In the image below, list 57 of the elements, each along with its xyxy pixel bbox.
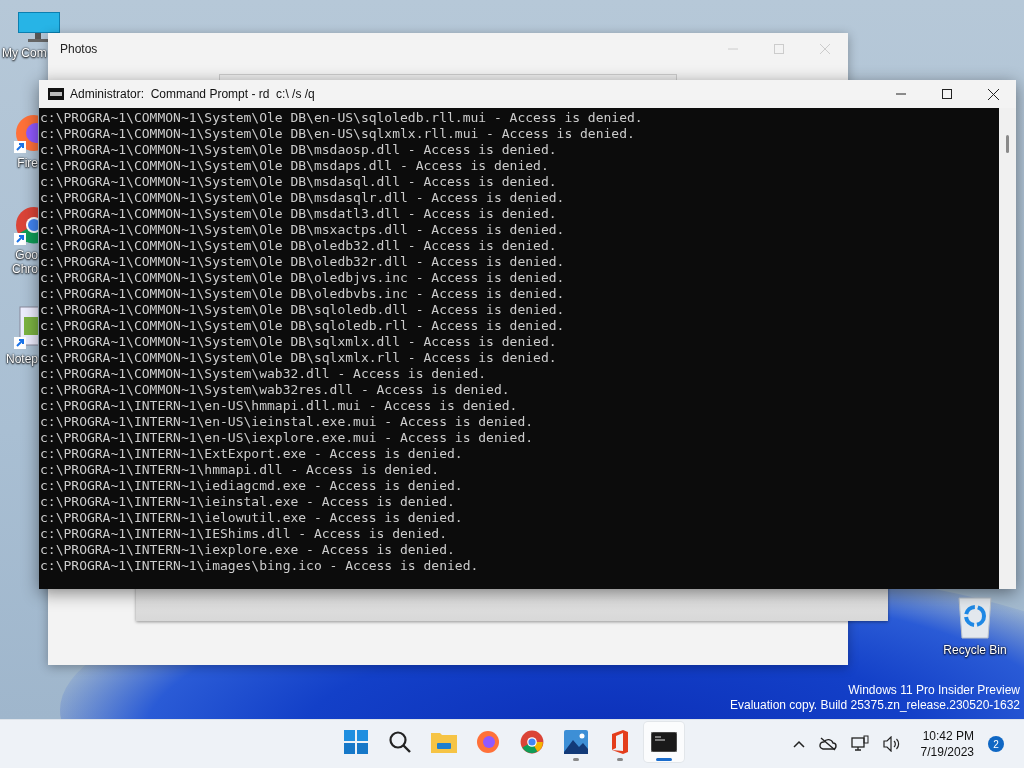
console-output-line: c:\PROGRA~1\INTERN~1\en-US\ieinstal.exe.mui - Access is denied. — [40, 414, 535, 430]
taskbar-app-button[interactable] — [644, 722, 684, 762]
network-icon[interactable] — [850, 735, 869, 753]
console-output-line: c:\PROGRA~1\COMMON~1\System\Ole DB\sqloledb.dll - Access is denied. — [40, 302, 566, 318]
console-output-line: c:\PROGRA~1\INTERN~1\hmmapi.dll - Access is denied. — [40, 462, 441, 478]
console-output-line: c:\PROGRA~1\INTERN~1\ieinstal.exe - Access is denied. — [40, 494, 456, 510]
console-output-line: c:\PROGRA~1\INTERN~1\en-US\hmmapi.dll.mui - Access is denied. — [40, 398, 519, 414]
notification-badge[interactable]: 2 — [988, 736, 1004, 752]
landscape-picture-icon — [564, 730, 588, 754]
console-output-line: c:\PROGRA~1\INTERN~1\ielowutil.exe - Access is denied. — [40, 510, 464, 526]
close-icon — [987, 88, 999, 100]
console-output-line: c:\PROGRA~1\COMMON~1\System\Ole DB\oledb32.dll - Access is denied. — [40, 238, 558, 254]
console-output-line: c:\PROGRA~1\COMMON~1\System\Ole DB\sqlxmlx.dll - Access is denied. — [40, 334, 558, 350]
console-output-line: c:\PROGRA~1\COMMON~1\System\Ole DB\en-US\sqlxmlx.rll.mui - Access is denied. — [40, 126, 636, 142]
desktop-icon-label[interactable]: Recycle Bin — [943, 643, 1007, 657]
console-output-line: c:\PROGRA~1\COMMON~1\System\Ole DB\oledbvbs.inc - Access is denied. — [40, 286, 566, 302]
console-output-line: c:\PROGRA~1\INTERN~1\ExtExport.exe - Access is denied. — [40, 446, 464, 462]
clock-date[interactable]: 7/19/2023 — [920, 744, 974, 760]
console-output-line: c:\PROGRA~1\COMMON~1\System\Ole DB\en-US\sqloledb.rll.mui - Access is denied. — [40, 110, 644, 126]
chevron-up-icon[interactable] — [792, 740, 805, 748]
console-output-line: c:\PROGRA~1\COMMON~1\System\Ole DB\sqloledb.rll - Access is denied. — [40, 318, 566, 334]
console-output-line: c:\PROGRA~1\COMMON~1\System\Ole DB\msdasql.dll - Access is denied. — [40, 174, 558, 190]
scrollbar-thumb[interactable] — [1006, 135, 1009, 153]
clock-time[interactable]: 10:42 PM — [922, 728, 974, 744]
office-logo-icon — [610, 730, 630, 754]
console-icon — [651, 732, 677, 752]
console-output-line: c:\PROGRA~1\COMMON~1\System\Ole DB\oledb32r.dll - Access is denied. — [40, 254, 566, 270]
minimize-icon — [896, 93, 906, 95]
recycle-bin-icon[interactable] — [955, 596, 995, 640]
monitor-icon[interactable] — [18, 12, 60, 43]
console-output-line: c:\PROGRA~1\COMMON~1\System\Ole DB\msdaosp.dll - Access is denied. — [40, 142, 558, 158]
console-output-line: c:\PROGRA~1\INTERN~1\en-US\iexplore.exe.mui - Access is denied. — [40, 430, 535, 446]
console-output-line: c:\PROGRA~1\COMMON~1\System\wab32.dll - Access is denied. — [40, 366, 488, 382]
firefox-icon — [476, 730, 500, 754]
console-output-line: c:\PROGRA~1\INTERN~1\IEShims.dll - Access is denied. — [40, 526, 448, 542]
console-output-line: c:\PROGRA~1\INTERN~1\iediagcmd.exe - Access is denied. — [40, 478, 464, 494]
search-icon — [388, 730, 412, 754]
speaker-icon[interactable] — [882, 736, 901, 752]
cloud-off-icon[interactable] — [818, 737, 837, 751]
chrome-icon — [520, 730, 544, 754]
console-output-line: c:\PROGRA~1\COMMON~1\System\Ole DB\oledbjvs.inc - Access is denied. — [40, 270, 566, 286]
folder-icon — [431, 731, 457, 753]
watermark-text: Windows 11 Pro Insider Preview — [848, 683, 1020, 698]
console-output-line: c:\PROGRA~1\COMMON~1\System\Ole DB\sqlxmlx.rll - Access is denied. — [40, 350, 558, 366]
console-output-line: c:\PROGRA~1\COMMON~1\System\wab32res.dll - Access is denied. — [40, 382, 511, 398]
windows-logo-icon — [344, 730, 368, 754]
console-output-line: c:\PROGRA~1\INTERN~1\images\bing.ico - Access is denied. — [40, 558, 480, 574]
console-icon — [48, 88, 64, 100]
console-output-line: c:\PROGRA~1\INTERN~1\iexplore.exe - Access is denied. — [40, 542, 456, 558]
watermark-text: Evaluation copy. Build 25375.zn_release.230520-1632 — [730, 698, 1020, 713]
console-output-line: c:\PROGRA~1\COMMON~1\System\Ole DB\msxactps.dll - Access is denied. — [40, 222, 566, 238]
console-output-line: c:\PROGRA~1\COMMON~1\System\Ole DB\msdasqlr.dll - Access is denied. — [40, 190, 566, 206]
console-output-line: c:\PROGRA~1\COMMON~1\System\Ole DB\msdatl3.dll - Access is denied. — [40, 206, 558, 222]
console-output-line: c:\PROGRA~1\COMMON~1\System\Ole DB\msdaps.dll - Access is denied. — [40, 158, 550, 174]
window-title: Administrator: Command Prompt - rd c:\ /s /q — [70, 87, 316, 101]
window-title: Photos — [60, 42, 98, 56]
maximize-icon — [942, 89, 952, 99]
